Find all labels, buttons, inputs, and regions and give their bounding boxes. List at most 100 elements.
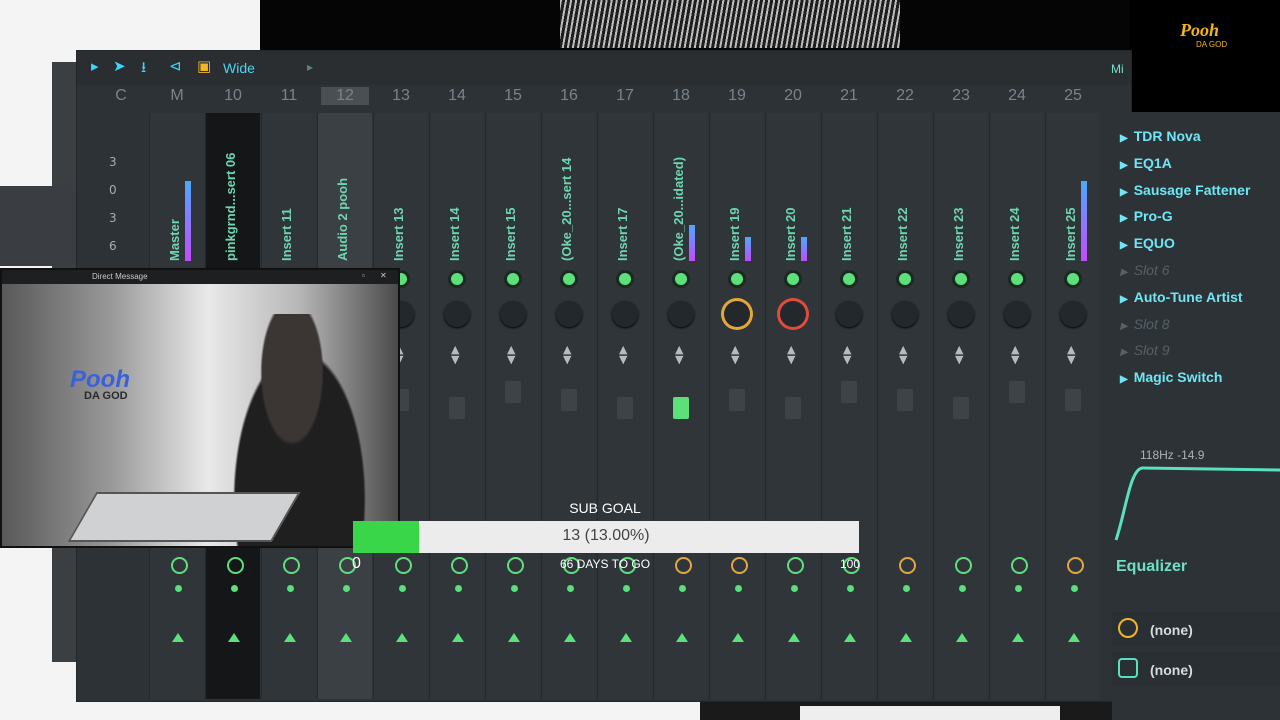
mute-toggle[interactable] bbox=[675, 273, 687, 285]
fx-slot[interactable]: ▶ Slot 6 bbox=[1120, 262, 1280, 286]
send-dot[interactable] bbox=[847, 585, 854, 592]
column-header[interactable]: 15 bbox=[489, 87, 537, 105]
fx-slot[interactable]: ▶ EQ1A bbox=[1120, 155, 1280, 179]
expand-arrow-icon[interactable]: ▶ bbox=[1120, 160, 1128, 171]
track-name[interactable]: Audio 2 pooh bbox=[335, 131, 353, 261]
track-name[interactable]: Insert 20 bbox=[783, 131, 801, 261]
route-arrow-icon[interactable] bbox=[508, 633, 520, 642]
send-dot[interactable] bbox=[1071, 585, 1078, 592]
expand-arrow-icon[interactable]: ▶ bbox=[1120, 294, 1128, 305]
insert-icon[interactable]: ⭳ bbox=[141, 57, 146, 82]
stereo-sep-icon[interactable]: ▲▼ bbox=[507, 344, 515, 365]
send-clock-icon[interactable] bbox=[507, 557, 524, 574]
pan-knob[interactable] bbox=[1004, 301, 1030, 327]
stereo-sep-icon[interactable]: ▲▼ bbox=[843, 344, 851, 365]
minimize-icon[interactable]: ▫ bbox=[362, 271, 365, 280]
column-header[interactable]: M bbox=[153, 87, 201, 105]
pan-knob[interactable] bbox=[892, 301, 918, 327]
mute-toggle[interactable] bbox=[731, 273, 743, 285]
route-arrow-icon[interactable] bbox=[900, 633, 912, 642]
expand-arrow-icon[interactable]: ▶ bbox=[1120, 240, 1128, 251]
send-clock-icon[interactable] bbox=[731, 557, 748, 574]
close-icon[interactable]: ✕ bbox=[380, 271, 387, 280]
send-clock-icon[interactable] bbox=[1067, 557, 1084, 574]
send-clock-icon[interactable] bbox=[955, 557, 972, 574]
mute-toggle[interactable] bbox=[843, 273, 855, 285]
route-arrow-icon[interactable] bbox=[956, 633, 968, 642]
send-dot[interactable] bbox=[455, 585, 462, 592]
send-clock-icon[interactable] bbox=[395, 557, 412, 574]
fx-slot[interactable]: ▶ Slot 8 bbox=[1120, 316, 1280, 340]
stereo-sep-icon[interactable]: ▲▼ bbox=[899, 344, 907, 365]
route-arrow-icon[interactable] bbox=[620, 633, 632, 642]
volume-fader[interactable] bbox=[505, 381, 521, 403]
layout-icon[interactable]: ▣ bbox=[197, 57, 211, 75]
pan-knob[interactable] bbox=[500, 301, 526, 327]
mute-toggle[interactable] bbox=[899, 273, 911, 285]
mute-toggle[interactable] bbox=[563, 273, 575, 285]
volume-fader[interactable] bbox=[897, 389, 913, 411]
fx-slot[interactable]: ▶ Sausage Fattener bbox=[1120, 182, 1280, 206]
volume-fader[interactable] bbox=[1065, 389, 1081, 411]
track-name[interactable]: (Oke_20...idated) bbox=[671, 131, 689, 261]
stereo-sep-icon[interactable]: ▲▼ bbox=[731, 344, 739, 365]
send-dot[interactable] bbox=[1015, 585, 1022, 592]
column-header[interactable]: 17 bbox=[601, 87, 649, 105]
track-name[interactable]: Insert 21 bbox=[839, 131, 857, 261]
pan-knob[interactable] bbox=[668, 301, 694, 327]
volume-fader[interactable] bbox=[1009, 381, 1025, 403]
route-arrow-icon[interactable] bbox=[396, 633, 408, 642]
track-name[interactable]: Insert 19 bbox=[727, 131, 745, 261]
column-header[interactable]: 22 bbox=[881, 87, 929, 105]
expand-arrow-icon[interactable]: ▶ bbox=[1120, 347, 1128, 358]
output-routing[interactable]: (none) bbox=[1112, 652, 1280, 686]
stereo-sep-icon[interactable]: ▲▼ bbox=[451, 344, 459, 365]
route-arrow-icon[interactable] bbox=[788, 633, 800, 642]
send-dot[interactable] bbox=[959, 585, 966, 592]
fx-slot[interactable]: ▶ EQUO bbox=[1120, 235, 1280, 259]
track-name[interactable]: Insert 13 bbox=[391, 131, 409, 261]
volume-fader[interactable] bbox=[673, 397, 689, 419]
send-dot[interactable] bbox=[399, 585, 406, 592]
send-clock-icon[interactable] bbox=[171, 557, 188, 574]
send-dot[interactable] bbox=[679, 585, 686, 592]
column-header[interactable]: C bbox=[97, 87, 145, 105]
pan-knob[interactable] bbox=[836, 301, 862, 327]
route-arrow-icon[interactable] bbox=[564, 633, 576, 642]
column-header[interactable]: 10 bbox=[209, 87, 257, 105]
column-header[interactable]: 23 bbox=[937, 87, 985, 105]
stereo-sep-icon[interactable]: ▲▼ bbox=[563, 344, 571, 365]
expand-arrow-icon[interactable]: ▶ bbox=[1120, 321, 1128, 332]
fx-slot[interactable]: ▶ TDR Nova bbox=[1120, 128, 1280, 152]
fx-slot[interactable]: ▶ Auto-Tune Artist bbox=[1120, 289, 1280, 313]
send-dot[interactable] bbox=[567, 585, 574, 592]
play-arrow-icon[interactable]: ▸ bbox=[91, 57, 99, 75]
track-name[interactable]: pinkgrnd...sert 06 bbox=[223, 131, 241, 261]
view-mode-label[interactable]: Wide bbox=[223, 60, 255, 76]
expand-arrow-icon[interactable]: ▶ bbox=[1120, 267, 1128, 278]
volume-fader[interactable] bbox=[841, 381, 857, 403]
send-dot[interactable] bbox=[511, 585, 518, 592]
route-arrow-icon[interactable] bbox=[676, 633, 688, 642]
mute-toggle[interactable] bbox=[1067, 273, 1079, 285]
pan-knob[interactable] bbox=[612, 301, 638, 327]
stereo-sep-icon[interactable]: ▲▼ bbox=[787, 344, 795, 365]
stereo-sep-icon[interactable]: ▲▼ bbox=[1067, 344, 1075, 365]
route-arrow-icon[interactable] bbox=[1012, 633, 1024, 642]
column-header[interactable]: 24 bbox=[993, 87, 1041, 105]
column-header[interactable]: 13 bbox=[377, 87, 425, 105]
pan-knob[interactable] bbox=[444, 301, 470, 327]
track-name[interactable]: Insert 11 bbox=[279, 131, 297, 261]
column-header[interactable]: 25 bbox=[1049, 87, 1097, 105]
column-header[interactable]: 12 bbox=[321, 87, 369, 105]
column-header[interactable]: 11 bbox=[265, 87, 313, 105]
send-clock-icon[interactable] bbox=[1011, 557, 1028, 574]
fx-slot[interactable]: ▶ Pro-G bbox=[1120, 208, 1280, 232]
send-clock-icon[interactable] bbox=[675, 557, 692, 574]
stereo-sep-icon[interactable]: ▲▼ bbox=[1011, 344, 1019, 365]
stereo-sep-icon[interactable]: ▲▼ bbox=[675, 344, 683, 365]
send-dot[interactable] bbox=[735, 585, 742, 592]
track-name[interactable]: Insert 22 bbox=[895, 131, 913, 261]
mute-toggle[interactable] bbox=[507, 273, 519, 285]
pan-knob[interactable] bbox=[948, 301, 974, 327]
